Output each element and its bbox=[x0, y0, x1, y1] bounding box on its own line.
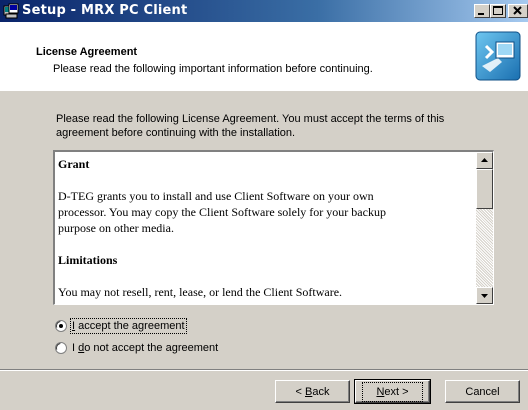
license-paragraph-line: purpose on other media. bbox=[58, 221, 174, 235]
back-label-rest: ack bbox=[312, 385, 330, 398]
page-subtitle: Please read the following important info… bbox=[53, 63, 373, 75]
scroll-up-button[interactable] bbox=[476, 152, 493, 169]
decline-label[interactable]: I do not accept the agreement bbox=[72, 342, 218, 354]
license-paragraph-line: D-TEG grants you to install and use Clie… bbox=[58, 189, 374, 203]
license-text: Grant D-TEG grants you to install and us… bbox=[58, 156, 476, 300]
license-scrollbar[interactable] bbox=[476, 152, 493, 304]
license-heading-grant: Grant bbox=[58, 157, 90, 171]
license-heading-limitations: Limitations bbox=[58, 253, 118, 267]
scroll-thumb[interactable] bbox=[476, 169, 493, 209]
cancel-button[interactable]: Cancel bbox=[445, 380, 520, 403]
maximize-button[interactable] bbox=[490, 4, 506, 18]
page-title: License Agreement bbox=[36, 46, 138, 58]
header-divider bbox=[0, 90, 528, 91]
setup-app-icon bbox=[3, 3, 19, 19]
minimize-icon bbox=[478, 13, 484, 15]
decline-label-rest: o not accept the agreement bbox=[84, 342, 219, 354]
maximize-icon bbox=[493, 6, 503, 15]
next-button[interactable]: Next > bbox=[354, 379, 431, 404]
accept-label[interactable]: I accept the agreement bbox=[70, 318, 187, 334]
next-label-rest: ext > bbox=[384, 385, 409, 398]
license-instructions: Please read the following License Agreem… bbox=[56, 112, 476, 140]
arrow-up-icon bbox=[481, 158, 488, 162]
setup-window: Setup - MRX PC Client License Agreement … bbox=[0, 0, 528, 410]
arrow-down-icon bbox=[481, 294, 488, 298]
instructions-line-1: Please read the following License Agreem… bbox=[56, 113, 445, 125]
computer-wizard-icon bbox=[475, 31, 521, 81]
back-button-label: < Back bbox=[296, 386, 330, 398]
minimize-button[interactable] bbox=[474, 4, 490, 18]
scroll-down-button[interactable] bbox=[476, 287, 493, 304]
license-text-box[interactable]: Grant D-TEG grants you to install and us… bbox=[53, 150, 494, 305]
radio-selected-icon[interactable] bbox=[55, 320, 67, 332]
window-title: Setup - MRX PC Client bbox=[22, 3, 188, 18]
decline-option[interactable]: I do not accept the agreement bbox=[55, 340, 218, 356]
close-button[interactable] bbox=[508, 4, 528, 18]
back-button[interactable]: < Back bbox=[275, 380, 350, 403]
radio-unselected-icon[interactable] bbox=[55, 342, 67, 354]
next-button-label: Next > bbox=[362, 381, 423, 402]
close-icon bbox=[513, 6, 522, 15]
license-paragraph-line: You may not resell, rent, lease, or lend… bbox=[58, 285, 343, 299]
footer-divider-highlight bbox=[0, 370, 528, 371]
accept-label-rest: accept the agreement bbox=[75, 320, 185, 332]
title-bar[interactable]: Setup - MRX PC Client bbox=[0, 0, 528, 22]
back-label-pre: < bbox=[295, 385, 305, 398]
cancel-button-label: Cancel bbox=[465, 385, 500, 398]
license-paragraph-line: processor. You may copy the Client Softw… bbox=[58, 205, 386, 219]
instructions-line-2: agreement before continuing with the ins… bbox=[56, 127, 296, 139]
accept-option[interactable]: I accept the agreement bbox=[55, 318, 187, 334]
